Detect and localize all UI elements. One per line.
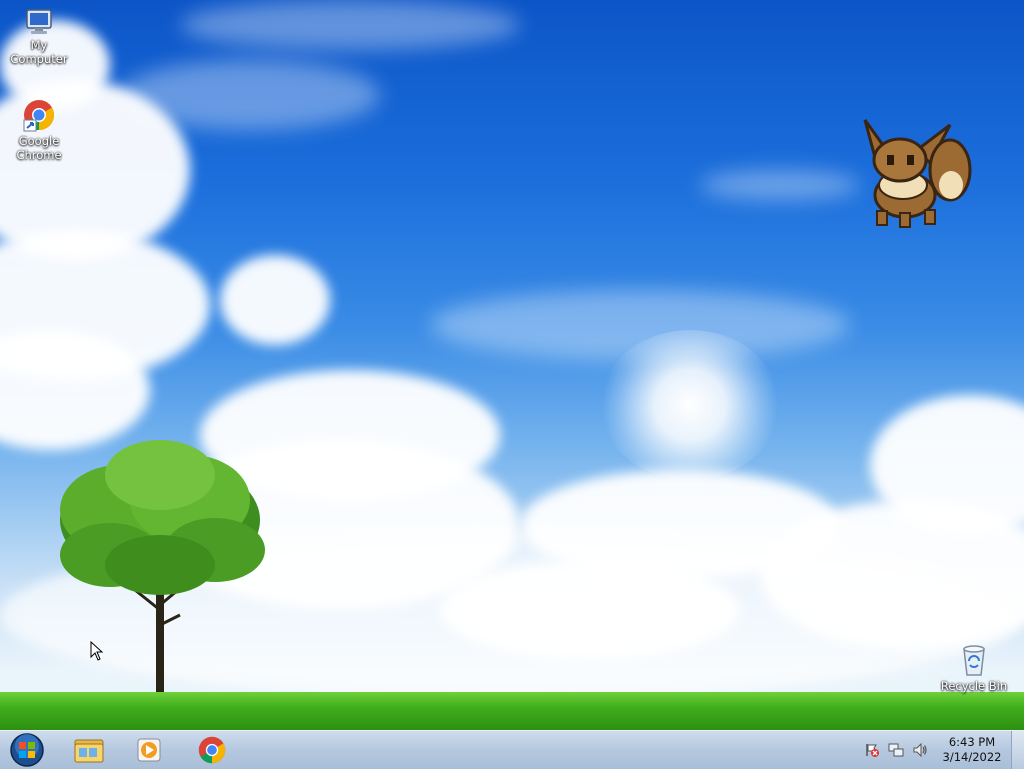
clock-time: 6:43 PM <box>948 735 996 749</box>
chrome-icon <box>198 736 226 764</box>
folder-icon <box>74 739 104 763</box>
chrome-icon <box>23 100 55 132</box>
media-player-icon <box>137 738 161 762</box>
taskbar-explorer-button[interactable] <box>62 733 116 767</box>
eevee-sprite-icon[interactable] <box>855 115 973 233</box>
recycle-bin-icon <box>963 645 985 676</box>
system-tray: 6:43 PM 3/14/2022 <box>864 731 1008 769</box>
network-icon[interactable] <box>888 742 904 758</box>
cloud-wisp <box>180 0 520 50</box>
desktop-icon-my-computer[interactable]: My Computer <box>3 8 75 66</box>
action-center-flag-icon[interactable] <box>864 742 880 758</box>
taskbar-chrome-button[interactable] <box>185 733 239 767</box>
desktop-icon-label: Google Chrome <box>16 134 62 162</box>
volume-icon[interactable] <box>912 742 928 758</box>
sun-glow <box>600 330 780 480</box>
desktop-icon-recycle-bin[interactable]: Recycle Bin <box>938 643 1010 693</box>
tree-illustration <box>60 440 265 695</box>
cloud <box>220 255 330 345</box>
cloud-wisp <box>700 170 860 200</box>
show-desktop-button[interactable] <box>1011 731 1024 769</box>
clock-date: 3/14/2022 <box>942 750 1002 764</box>
desktop-icon-label: My Computer <box>10 38 68 66</box>
desktop-icon-label: Recycle Bin <box>940 679 1008 693</box>
taskbar: 6:43 PM 3/14/2022 <box>0 730 1024 769</box>
computer-icon <box>26 9 52 34</box>
desktop[interactable]: My Computer Google Chrome Recycle Bin <box>0 0 1024 730</box>
desktop-icon-google-chrome[interactable]: Google Chrome <box>3 98 75 162</box>
mouse-cursor-icon <box>90 641 104 661</box>
clock[interactable]: 6:43 PM 3/14/2022 <box>936 735 1008 765</box>
grass-field <box>0 692 1024 730</box>
windows-orb-icon <box>10 733 44 767</box>
start-button[interactable] <box>0 733 54 767</box>
taskbar-media-player-button[interactable] <box>122 733 176 767</box>
